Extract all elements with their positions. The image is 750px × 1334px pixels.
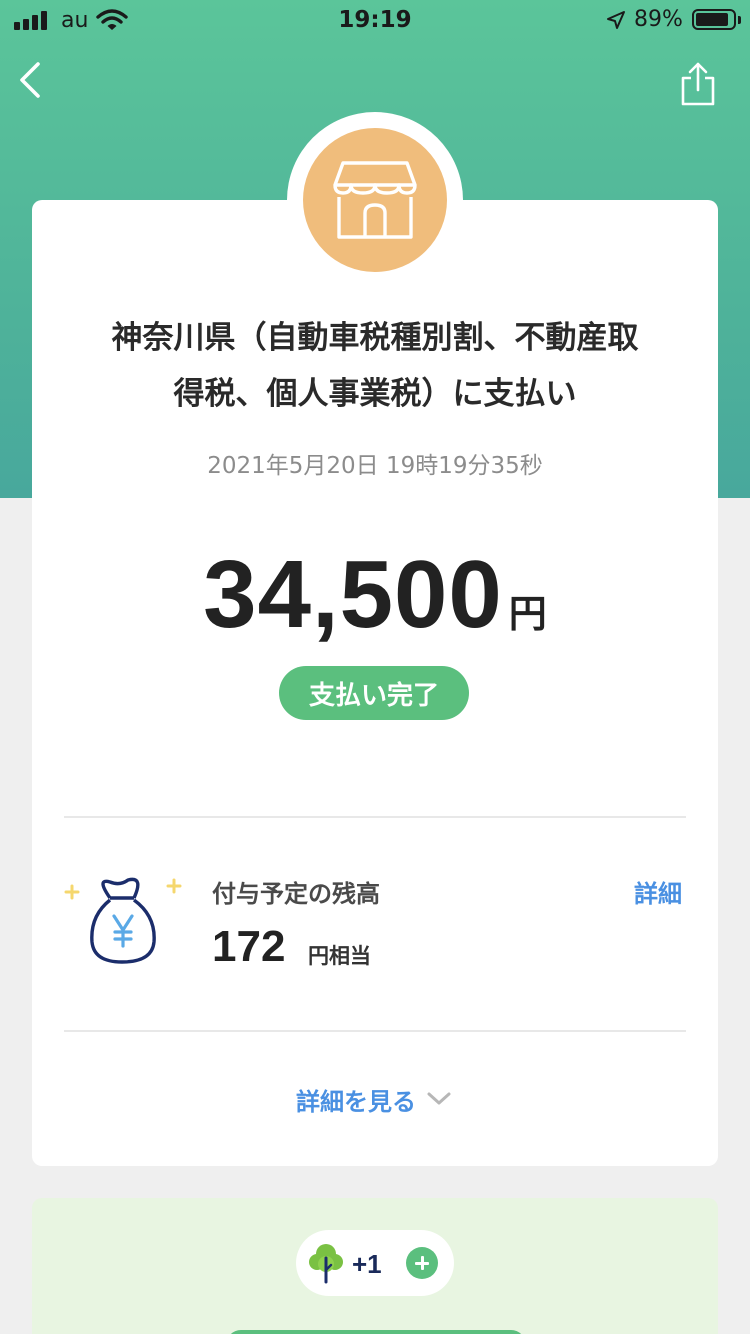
divider (64, 816, 686, 818)
amount-unit: 円 (508, 592, 547, 636)
points-detail-link[interactable]: 詳細 (634, 874, 682, 909)
payment-title-line-1: 神奈川県（自動車税種別割、不動産取 (111, 320, 639, 356)
battery-cap (738, 16, 741, 24)
points-label: 付与予定の残高 (212, 880, 380, 908)
chevron-down-icon (427, 1092, 451, 1105)
share-button[interactable] (678, 60, 718, 108)
payment-title-line-2: 得税、個人事業税）に支払い (173, 376, 577, 412)
tree-icon (308, 1242, 344, 1284)
see-more-label: 詳細を見る (296, 1087, 416, 1116)
back-button[interactable] (14, 58, 54, 102)
eco-action-button[interactable] (226, 1330, 526, 1334)
share-icon (681, 62, 715, 106)
merchant-avatar (303, 128, 447, 272)
battery-icon (692, 9, 736, 30)
divider (64, 1030, 686, 1032)
amount-value: 34,500 (203, 541, 503, 648)
battery-percent: 89% (634, 7, 683, 32)
store-icon (333, 161, 417, 239)
payment-title: 神奈川県（自動車税種別割、不動産取 得税、個人事業税）に支払い (60, 310, 690, 422)
status-bar: au 19:19 89% (0, 0, 750, 40)
plus-circle-icon[interactable] (406, 1247, 438, 1279)
eco-count: +1 (352, 1249, 382, 1279)
see-more-button[interactable]: 詳細を見る (296, 1082, 452, 1116)
status-badge: 支払い完了 (279, 666, 469, 720)
chevron-left-icon (20, 62, 40, 98)
payment-datetime: 2021年5月20日 19時19分35秒 (207, 453, 543, 479)
location-arrow-icon (606, 10, 626, 36)
payment-amount: 34,500 円 (32, 540, 718, 650)
points-value: 172 (212, 922, 286, 971)
money-bag-yen-icon (62, 872, 188, 972)
points-unit: 円相当 (308, 944, 371, 968)
